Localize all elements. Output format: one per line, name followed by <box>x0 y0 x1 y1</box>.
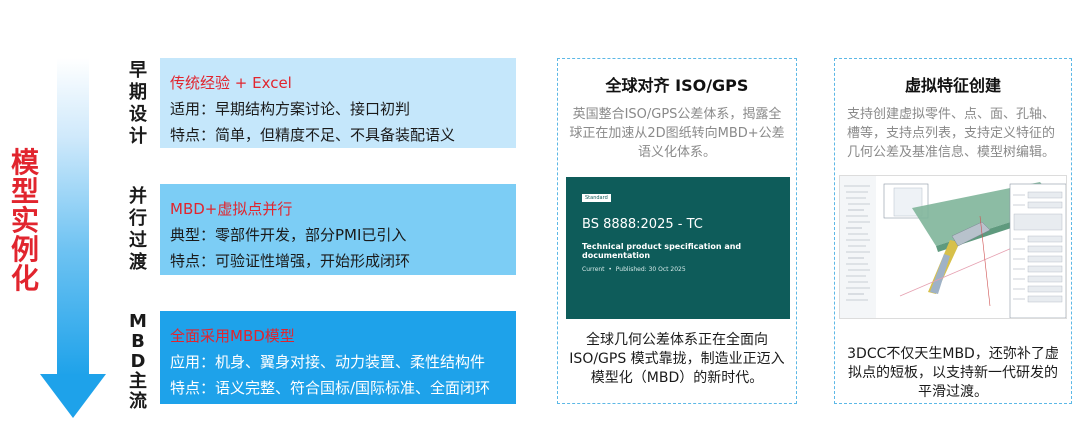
stage-title: MBD+虚拟点并行 <box>170 200 293 218</box>
standard-document-image: Standard BS 8888:2025 - TC Technical pro… <box>566 177 790 319</box>
cad-illustration <box>840 176 1066 318</box>
stage-line: 适用：早期结构方案讨论、接口初判 <box>170 100 411 118</box>
stage-label-parallel-transition: 并 行 过 渡 <box>129 186 147 273</box>
side-title-char: 模 <box>10 146 39 179</box>
standard-meta: Current • Published: 30 Oct 2025 <box>582 266 686 273</box>
stage-box-mbd-mainstream: 全面采用MBD模型 应用：机身、翼身对接、动力装置、柔性结构件 特点：语义完整、… <box>160 311 516 404</box>
stage-line: 应用：机身、翼身对接、动力装置、柔性结构件 <box>170 353 486 371</box>
standard-published: Published: 30 Oct 2025 <box>615 266 686 273</box>
process-arrow <box>40 58 106 418</box>
panel-virtual-feature: 虚拟特征创建 支持创建虚拟零件、点、面、孔轴、槽等，支持点列表，支持定义特征的几… <box>834 58 1072 404</box>
standard-badge: Standard <box>582 194 611 202</box>
standard-code: BS 8888:2025 - TC <box>582 217 703 232</box>
side-title-char: 型 <box>10 175 39 208</box>
panel-title: 全球对齐 ISO/GPS <box>605 76 749 95</box>
stage-box-early-design: 传统经验 + Excel 适用：早期结构方案讨论、接口初判 特点：简单，但精度不… <box>160 58 516 148</box>
stage-line: 典型：零部件开发，部分PMI已引入 <box>170 226 407 244</box>
cad-screenshot <box>839 175 1067 319</box>
side-title-char: 实 <box>10 204 39 237</box>
stage-line: 特点：语义完整、符合国标/国际标准、全面闭环 <box>170 379 491 397</box>
panel-description: 支持创建虚拟零件、点、面、孔轴、槽等，支持点列表，支持定义特征的几何公差及基准信… <box>847 107 1056 160</box>
standard-status: Current <box>582 266 605 273</box>
stage-box-parallel-transition: MBD+虚拟点并行 典型：零部件开发，部分PMI已引入 特点：可验证性增强，开始… <box>160 184 516 275</box>
side-title-char: 化 <box>10 262 39 295</box>
panel-title: 虚拟特征创建 <box>904 76 1001 95</box>
stage-title: 全面采用MBD模型 <box>170 327 295 345</box>
arrow-head <box>40 374 106 418</box>
stage-label-early-design: 早 期 设 计 <box>129 60 147 147</box>
side-title-char: 例 <box>10 233 39 266</box>
stage-line: 特点：简单，但精度不足、不具备装配语义 <box>170 126 456 144</box>
side-title: 模 型 实 例 化 <box>10 148 40 293</box>
panel-footnote: 全球几何公差体系正在全面向ISO/GPS 模式靠拢，制造业正迈入模型化（MBD）… <box>569 332 785 386</box>
stage-title: 传统经验 + Excel <box>170 74 292 92</box>
stage-line: 特点：可验证性增强，开始形成闭环 <box>170 252 411 270</box>
panel-iso-gps: 全球对齐 ISO/GPS 英国整合ISO/GPS公差体系，揭露全球正在加速从2D… <box>557 58 797 404</box>
panel-description: 英国整合ISO/GPS公差体系，揭露全球正在加速从2D图纸转向MBD+公差语义化… <box>569 107 785 160</box>
panel-footnote: 3DCC不仅天生MBD，还弥补了虚拟点的短板，以支持新一代研发的平滑过渡。 <box>847 346 1059 400</box>
arrow-shaft <box>57 58 89 376</box>
standard-name: Technical product specification and docu… <box>582 242 742 260</box>
stage-label-mbd-mainstream: M B D 主 流 <box>129 311 147 412</box>
